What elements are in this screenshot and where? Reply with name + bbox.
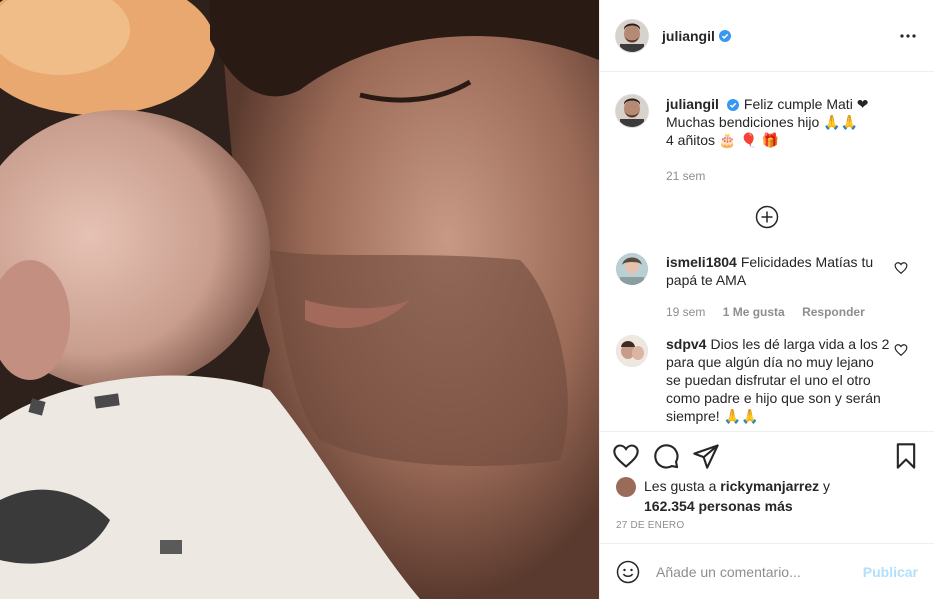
caption: juliangil Feliz cumple Mati ❤ Muchas ben… bbox=[600, 95, 934, 185]
likes-prefix: Les gusta a bbox=[644, 478, 717, 494]
comment-like-heart-icon[interactable] bbox=[894, 261, 908, 275]
comment-body: ismeli1804 Felicidades Matías tu papá te … bbox=[666, 253, 918, 321]
paper-plane-icon[interactable] bbox=[692, 442, 720, 470]
more-options-icon[interactable] bbox=[898, 26, 918, 46]
post-photo[interactable] bbox=[0, 0, 599, 599]
caption-username[interactable]: juliangil bbox=[666, 96, 719, 112]
caption-time[interactable]: 21 sem bbox=[666, 169, 705, 183]
publish-button[interactable]: Publicar bbox=[863, 564, 918, 580]
verified-badge-icon bbox=[718, 29, 731, 42]
add-comment-bar: Publicar bbox=[600, 543, 934, 599]
post-actions bbox=[600, 431, 934, 479]
post-header: juliangil bbox=[600, 0, 934, 72]
comment-time[interactable]: 19 sem bbox=[666, 305, 705, 319]
comment-body: sdpv4 Dios les dé larga vida a los 2 para… bbox=[666, 335, 918, 425]
comment-username[interactable]: ismeli1804 bbox=[666, 254, 737, 270]
comment-item: sdpv4 Dios les dé larga vida a los 2 para… bbox=[600, 335, 934, 425]
likes-count[interactable]: 162.354 personas más bbox=[644, 498, 793, 514]
heart-icon[interactable] bbox=[612, 442, 640, 470]
comment-like-heart-icon[interactable] bbox=[894, 343, 908, 357]
caption-body: juliangil Feliz cumple Mati ❤ Muchas ben… bbox=[666, 95, 918, 185]
caption-line-2: Muchas bendiciones hijo 🙏🙏 bbox=[666, 114, 859, 130]
likes-joiner: y bbox=[823, 478, 831, 494]
plus-circle-icon[interactable] bbox=[755, 205, 779, 229]
commenter-avatar[interactable] bbox=[616, 253, 648, 285]
smiley-icon[interactable] bbox=[616, 560, 640, 584]
avatar-image bbox=[616, 95, 648, 127]
post-panel: juliangil juliangil Feliz cumple Mati ❤ … bbox=[599, 0, 934, 599]
avatar-image bbox=[616, 335, 648, 367]
comment-input[interactable] bbox=[654, 562, 863, 581]
caption-line-1: Feliz cumple Mati ❤ bbox=[743, 96, 869, 112]
avatar-image bbox=[616, 253, 648, 285]
bookmark-icon[interactable] bbox=[892, 442, 920, 470]
liker-avatar[interactable] bbox=[616, 477, 636, 497]
comment-likes[interactable]: 1 Me gusta bbox=[723, 305, 785, 319]
comment-username[interactable]: sdpv4 bbox=[666, 336, 706, 352]
reply-button[interactable]: Responder bbox=[802, 305, 865, 319]
author-avatar[interactable] bbox=[616, 19, 648, 52]
likes-summary: Les gusta a rickymanjarrez y 162.354 per… bbox=[616, 476, 918, 516]
liker-username[interactable]: rickymanjarrez bbox=[720, 478, 819, 494]
comment-item: ismeli1804 Felicidades Matías tu papá te … bbox=[600, 253, 934, 321]
author-username[interactable]: juliangil bbox=[662, 28, 715, 44]
post-date[interactable]: 27 DE ENERO bbox=[616, 520, 684, 531]
commenter-avatar[interactable] bbox=[616, 335, 648, 367]
comments-list[interactable]: juliangil Feliz cumple Mati ❤ Muchas ben… bbox=[600, 73, 934, 431]
post-image bbox=[0, 0, 599, 599]
load-more-comments[interactable] bbox=[600, 205, 934, 229]
caption-line-3: 4 añitos 🎂 🎈 🎁 bbox=[666, 132, 779, 148]
avatar-image bbox=[616, 19, 648, 52]
verified-badge-icon bbox=[726, 99, 739, 111]
comment-icon[interactable] bbox=[652, 442, 680, 470]
caption-avatar[interactable] bbox=[616, 95, 648, 127]
